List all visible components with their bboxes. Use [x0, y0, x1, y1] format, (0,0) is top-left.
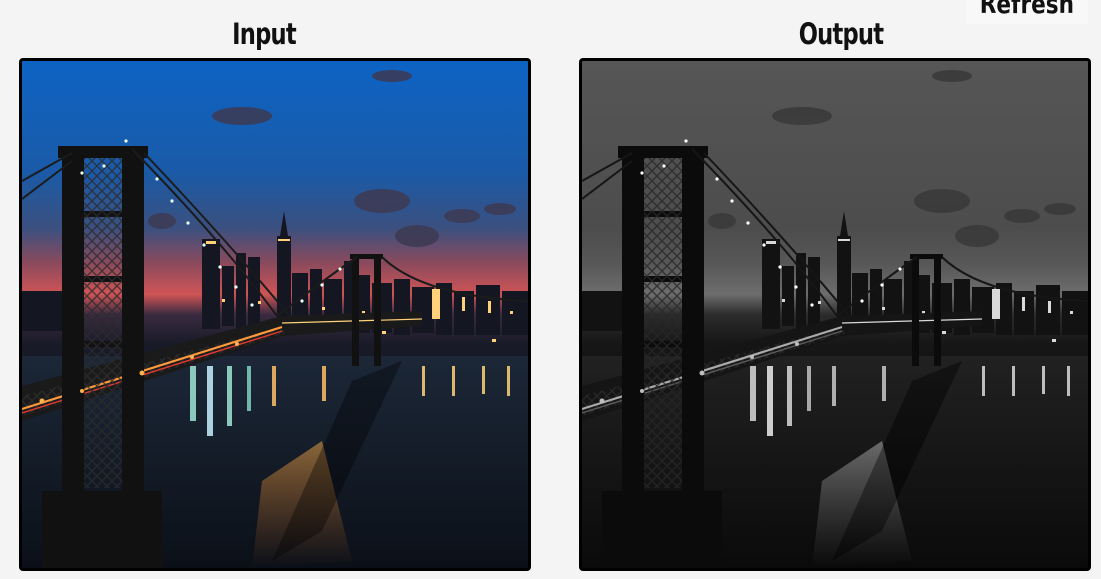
input-image	[22, 61, 528, 568]
refresh-button[interactable]: Refresh	[966, 0, 1088, 24]
input-title: Input	[232, 17, 297, 51]
output-title: Output	[798, 17, 884, 51]
refresh-button-label: Refresh	[979, 0, 1075, 20]
input-image-panel	[19, 58, 531, 571]
output-image-panel	[579, 58, 1091, 571]
app-root: Input Output Refresh	[0, 0, 1101, 579]
output-image	[582, 61, 1088, 568]
